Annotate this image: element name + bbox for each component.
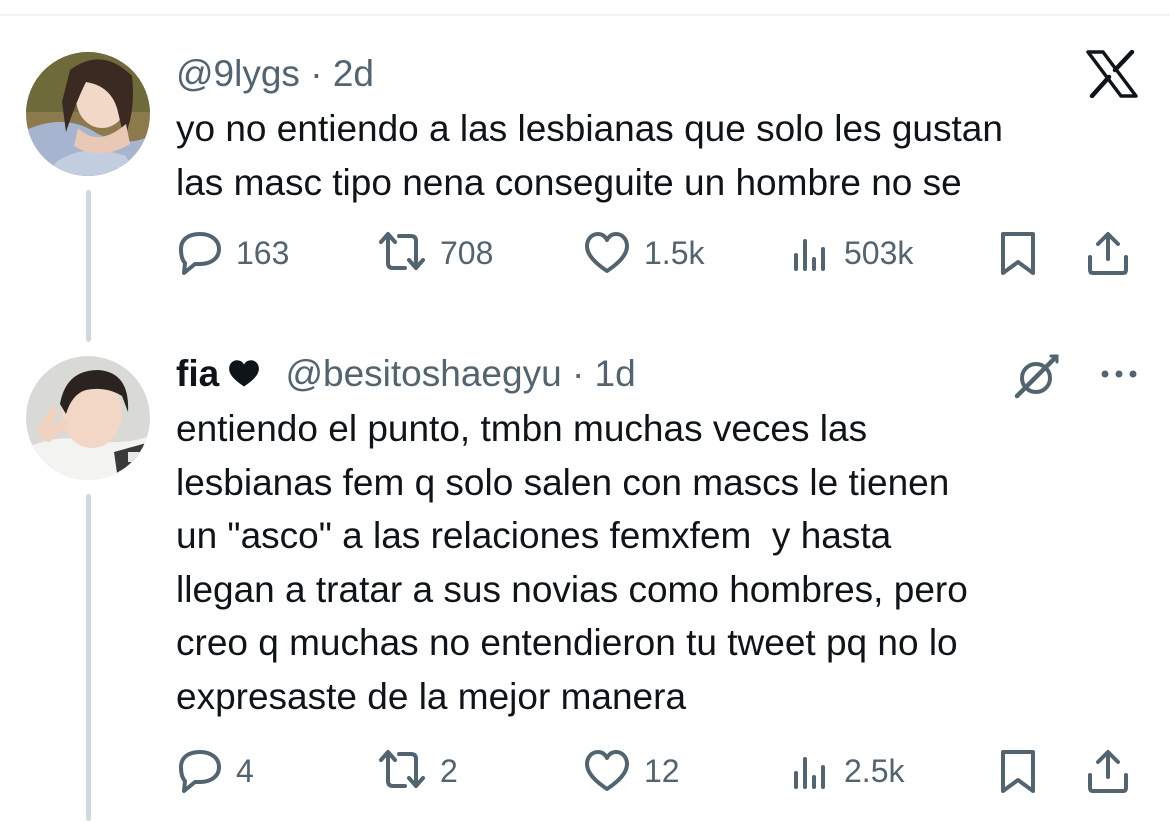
separator-dot: · bbox=[571, 353, 585, 394]
repost-icon bbox=[379, 232, 425, 270]
reply-bubble-icon bbox=[179, 750, 221, 793]
black-heart-icon bbox=[227, 355, 261, 397]
thread-connector-line bbox=[86, 190, 91, 342]
tweet-text: yo no entiendo a las lesbianas que solo … bbox=[176, 108, 1003, 203]
like-count: 1.5k bbox=[644, 234, 705, 271]
timestamp[interactable]: 1d bbox=[595, 353, 636, 394]
like-button[interactable]: 1.5k bbox=[582, 228, 704, 278]
heart-icon bbox=[585, 232, 629, 273]
views-bar-chart-icon bbox=[794, 757, 825, 789]
separator-dot: · bbox=[310, 53, 323, 94]
avatar[interactable] bbox=[26, 52, 150, 176]
repost-count: 708 bbox=[440, 234, 494, 271]
heart-icon bbox=[585, 750, 629, 791]
user-handle[interactable]: @9lygs bbox=[176, 53, 300, 94]
top-divider bbox=[0, 14, 1170, 16]
view-count: 503k bbox=[844, 234, 914, 271]
timestamp[interactable]: 2d bbox=[333, 53, 374, 94]
share-upload-icon bbox=[1088, 232, 1128, 275]
avatar[interactable] bbox=[26, 356, 150, 480]
like-button[interactable]: 12 bbox=[582, 746, 680, 796]
tweet-actions: 4 2 12 2.5k bbox=[176, 746, 1140, 796]
view-count: 2.5k bbox=[844, 752, 905, 789]
tweet-meta: @9lygs · 2d bbox=[176, 53, 374, 95]
display-name[interactable]: fia bbox=[176, 353, 219, 394]
like-count: 12 bbox=[644, 752, 680, 789]
tweet-meta: fia @besitoshaegyu · 1d bbox=[176, 353, 636, 397]
grok-icon[interactable] bbox=[1011, 352, 1063, 407]
x-logo-icon bbox=[1086, 49, 1138, 103]
repost-icon bbox=[379, 750, 425, 788]
bookmark-icon bbox=[1001, 232, 1035, 275]
views-button[interactable]: 2.5k bbox=[788, 746, 904, 796]
tweet-actions: 163 708 1.5k 503k bbox=[176, 228, 1140, 278]
bookmark-icon bbox=[1001, 750, 1035, 793]
more-dots-icon[interactable] bbox=[1098, 362, 1140, 391]
user-handle[interactable]: @besitoshaegyu bbox=[285, 353, 561, 394]
views-bar-chart-icon bbox=[794, 239, 825, 271]
share-button[interactable] bbox=[1084, 746, 1132, 796]
share-button[interactable] bbox=[1084, 228, 1132, 278]
views-button[interactable]: 503k bbox=[788, 228, 913, 278]
bookmark-button[interactable] bbox=[994, 228, 1042, 278]
bookmark-button[interactable] bbox=[994, 746, 1042, 796]
reply-bubble-icon bbox=[179, 232, 221, 275]
repost-button[interactable]: 708 bbox=[376, 228, 493, 278]
reply-count: 163 bbox=[236, 234, 290, 271]
thread-connector-line bbox=[86, 494, 91, 821]
share-upload-icon bbox=[1088, 750, 1128, 793]
reply-button[interactable]: 163 bbox=[176, 228, 289, 278]
repost-button[interactable]: 2 bbox=[376, 746, 458, 796]
repost-count: 2 bbox=[440, 752, 458, 789]
reply-button[interactable]: 4 bbox=[176, 746, 254, 796]
reply-count: 4 bbox=[236, 752, 254, 789]
tweet-text: entiendo el punto, tmbn muchas veces las… bbox=[176, 408, 968, 717]
